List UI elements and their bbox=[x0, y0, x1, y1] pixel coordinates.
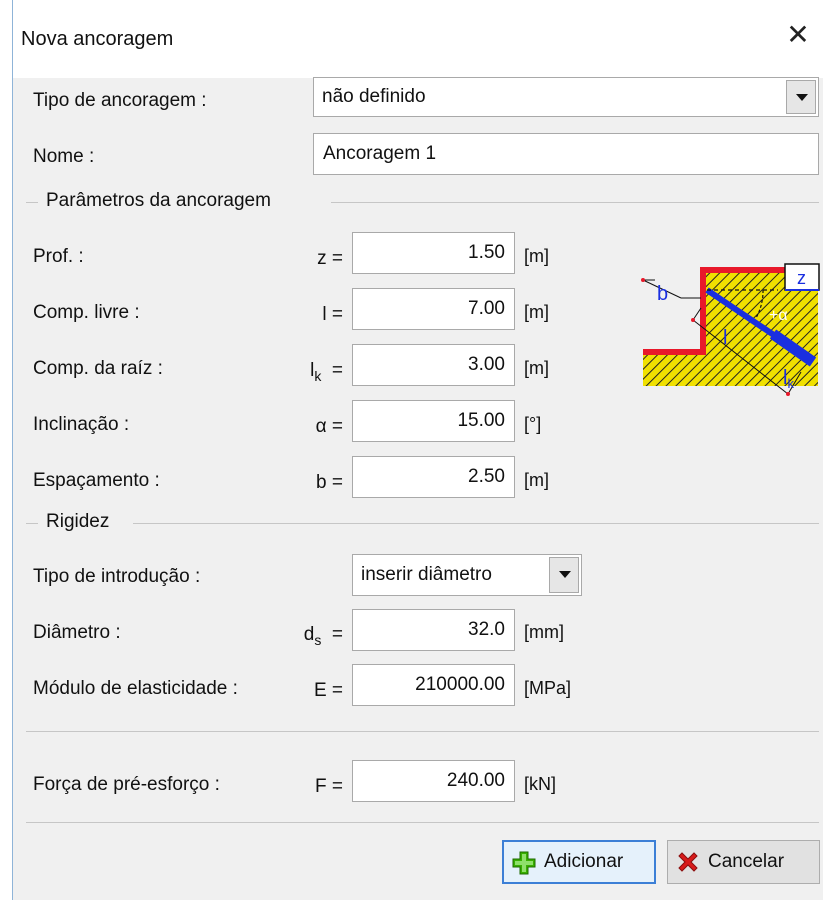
prestress-symbol: F = bbox=[315, 776, 343, 797]
prestress-unit: [kN] bbox=[524, 774, 557, 794]
cancel-button[interactable]: Cancelar bbox=[667, 840, 820, 884]
depth-label: Prof. : bbox=[33, 246, 84, 267]
free-length-symbol: l = bbox=[322, 304, 343, 325]
separator-line bbox=[26, 731, 819, 732]
modulus-symbol: E = bbox=[313, 680, 343, 701]
root-length-symbol: lk = bbox=[283, 360, 343, 384]
diameter-input[interactable]: 32.0 bbox=[352, 609, 515, 651]
root-length-symbol-eq: = bbox=[331, 360, 343, 381]
name-input[interactable]: Ancoragem 1 bbox=[313, 133, 819, 175]
diagram-label-alpha: +α bbox=[769, 307, 788, 324]
depth-input[interactable]: 1.50 bbox=[352, 232, 515, 274]
diagram-label-z: z bbox=[797, 268, 806, 288]
inclination-unit: [°] bbox=[524, 414, 542, 434]
input-type-select[interactable]: inserir diâmetro bbox=[352, 554, 582, 596]
diameter-symbol-sub: s bbox=[314, 631, 322, 648]
new-anchor-dialog: Nova ancoragem ✕ Tipo de ancoragem : não… bbox=[12, 0, 823, 900]
plus-icon bbox=[512, 851, 536, 875]
anchor-type-value: não definido bbox=[322, 86, 426, 107]
name-label: Nome : bbox=[33, 146, 95, 167]
anchor-type-label: Tipo de ancoragem : bbox=[33, 90, 207, 111]
root-length-input[interactable]: 3.00 bbox=[352, 344, 515, 386]
cancel-button-label: Cancelar bbox=[708, 851, 785, 872]
free-length-input[interactable]: 7.00 bbox=[352, 288, 515, 330]
anchor-type-select[interactable]: não definido bbox=[313, 77, 819, 117]
spacing-symbol: b = bbox=[316, 472, 343, 493]
inclination-input[interactable]: 15.00 bbox=[352, 400, 515, 442]
modulus-label: Módulo de elasticidade : bbox=[33, 678, 238, 699]
free-length-unit: [m] bbox=[524, 302, 549, 322]
chevron-down-icon[interactable] bbox=[549, 557, 579, 593]
root-length-label: Comp. da raíz : bbox=[33, 358, 163, 379]
prestress-label: Força de pré-esforço : bbox=[33, 774, 220, 795]
add-button[interactable]: Adicionar bbox=[502, 840, 656, 884]
inclination-symbol: α = bbox=[315, 416, 343, 437]
stiffness-group-line-right bbox=[133, 523, 819, 524]
dialog-title: Nova ancoragem bbox=[21, 28, 174, 50]
params-group-heading: Parâmetros da ancoragem bbox=[46, 190, 271, 211]
title-bar: Nova ancoragem ✕ bbox=[13, 0, 823, 78]
spacing-label: Espaçamento : bbox=[33, 470, 160, 491]
params-group-line-left bbox=[26, 202, 38, 203]
anchor-diagram: z +α l lk b bbox=[641, 263, 820, 396]
depth-unit: [m] bbox=[524, 246, 549, 266]
spacing-input[interactable]: 2.50 bbox=[352, 456, 515, 498]
input-type-value: inserir diâmetro bbox=[361, 564, 492, 585]
close-icon[interactable]: ✕ bbox=[782, 20, 814, 52]
diameter-symbol: ds = bbox=[273, 624, 343, 648]
inclination-label: Inclinação : bbox=[33, 414, 130, 435]
add-button-label: Adicionar bbox=[544, 851, 624, 872]
root-length-unit: [m] bbox=[524, 358, 549, 378]
spacing-unit: [m] bbox=[524, 470, 549, 490]
free-length-label: Comp. livre : bbox=[33, 302, 140, 323]
depth-symbol: z = bbox=[317, 248, 343, 269]
diagram-label-b: b bbox=[657, 283, 668, 305]
diameter-symbol-eq: = bbox=[331, 624, 343, 645]
params-group-line-right bbox=[331, 202, 819, 203]
diameter-label: Diâmetro : bbox=[33, 622, 121, 643]
stiffness-group-line-left bbox=[26, 523, 38, 524]
footer-separator-line bbox=[26, 822, 819, 823]
input-type-label: Tipo de introdução : bbox=[33, 566, 201, 587]
diameter-symbol-main: d bbox=[303, 624, 315, 645]
diameter-unit: [mm] bbox=[524, 622, 564, 642]
diagram-label-lk-sub: k bbox=[787, 376, 794, 391]
root-length-symbol-sub: k bbox=[314, 367, 322, 384]
modulus-unit: [MPa] bbox=[524, 678, 572, 698]
chevron-down-icon[interactable] bbox=[786, 80, 816, 114]
prestress-input[interactable]: 240.00 bbox=[352, 760, 515, 802]
stiffness-group-heading: Rigidez bbox=[46, 511, 110, 532]
modulus-input[interactable]: 210000.00 bbox=[352, 664, 515, 706]
close-icon bbox=[678, 852, 698, 872]
